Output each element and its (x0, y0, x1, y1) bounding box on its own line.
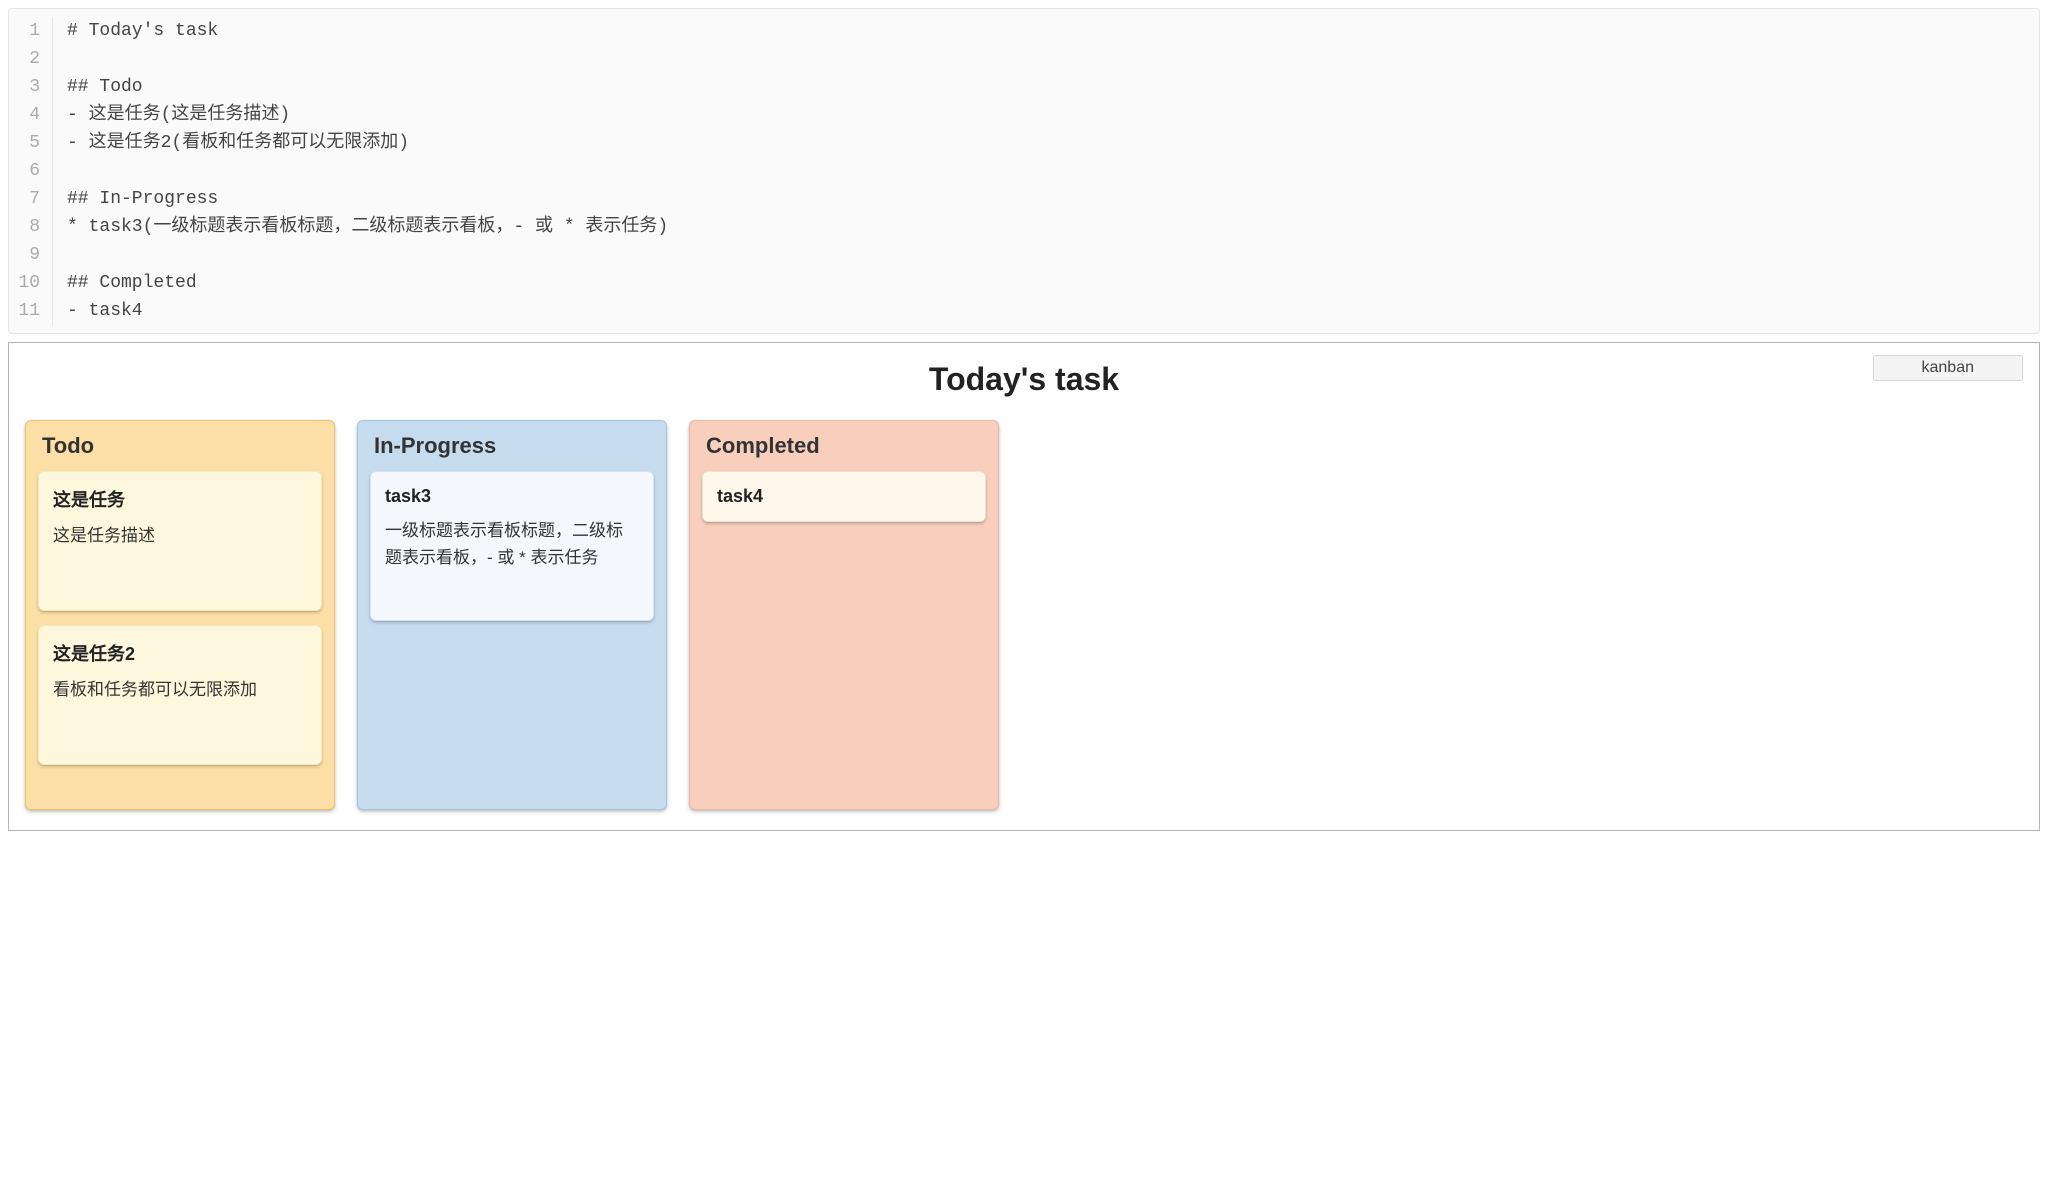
column-todo[interactable]: Todo 这是任务 这是任务描述 这是任务2 看板和任务都可以无限添加 (25, 420, 335, 810)
editor-line[interactable]: 7 ## In-Progress (9, 185, 2039, 213)
column-header: Completed (702, 421, 986, 471)
line-number: 5 (9, 129, 53, 157)
line-number: 10 (9, 269, 53, 297)
column-completed[interactable]: Completed task4 (689, 420, 999, 810)
card-title: task4 (717, 486, 971, 507)
task-card[interactable]: task4 (702, 471, 986, 522)
card-description: 这是任务描述 (53, 522, 307, 549)
editor-line[interactable]: 1 # Today's task (9, 17, 2039, 45)
editor-line[interactable]: 2 (9, 45, 2039, 73)
task-card[interactable]: task3 一级标题表示看板标题，二级标题表示看板，- 或 * 表示任务 (370, 471, 654, 621)
line-content[interactable]: ## Todo (53, 73, 143, 101)
editor-line[interactable]: 11 - task4 (9, 297, 2039, 325)
column-header: In-Progress (370, 421, 654, 471)
kanban-preview: kanban Today's task Todo 这是任务 这是任务描述 这是任… (8, 342, 2040, 831)
line-content[interactable] (53, 157, 67, 185)
card-title: 这是任务2 (53, 640, 307, 666)
card-title: 这是任务 (53, 486, 307, 512)
line-content[interactable]: # Today's task (53, 17, 218, 45)
line-content[interactable]: - 这是任务2(看板和任务都可以无限添加) (53, 129, 409, 157)
kanban-columns: Todo 这是任务 这是任务描述 这是任务2 看板和任务都可以无限添加 In-P… (25, 420, 2023, 810)
markdown-editor[interactable]: 1 # Today's task 2 3 ## Todo 4 - 这是任务(这是… (8, 8, 2040, 334)
card-title: task3 (385, 486, 639, 507)
column-in-progress[interactable]: In-Progress task3 一级标题表示看板标题，二级标题表示看板，- … (357, 420, 667, 810)
line-number: 2 (9, 45, 53, 73)
card-description: 一级标题表示看板标题，二级标题表示看板，- 或 * 表示任务 (385, 517, 639, 571)
editor-line[interactable]: 6 (9, 157, 2039, 185)
line-number: 9 (9, 241, 53, 269)
line-number: 7 (9, 185, 53, 213)
line-number: 3 (9, 73, 53, 101)
kanban-title: Today's task (25, 361, 2023, 398)
line-content[interactable]: - 这是任务(这是任务描述) (53, 101, 290, 129)
line-content[interactable]: - task4 (53, 297, 143, 325)
line-number: 11 (9, 297, 53, 325)
line-content[interactable]: ## In-Progress (53, 185, 218, 213)
card-description: 看板和任务都可以无限添加 (53, 676, 307, 703)
line-content[interactable]: ## Completed (53, 269, 197, 297)
task-card[interactable]: 这是任务2 看板和任务都可以无限添加 (38, 625, 322, 765)
column-header: Todo (38, 421, 322, 471)
editor-line[interactable]: 9 (9, 241, 2039, 269)
task-card[interactable]: 这是任务 这是任务描述 (38, 471, 322, 611)
kanban-type-badge[interactable]: kanban (1873, 355, 2024, 381)
line-number: 1 (9, 17, 53, 45)
line-content[interactable]: * task3(一级标题表示看板标题，二级标题表示看板，- 或 * 表示任务) (53, 213, 668, 241)
editor-line[interactable]: 8 * task3(一级标题表示看板标题，二级标题表示看板，- 或 * 表示任务… (9, 213, 2039, 241)
editor-line[interactable]: 3 ## Todo (9, 73, 2039, 101)
line-content[interactable] (53, 241, 67, 269)
editor-line[interactable]: 10 ## Completed (9, 269, 2039, 297)
line-number: 6 (9, 157, 53, 185)
line-number: 8 (9, 213, 53, 241)
editor-line[interactable]: 5 - 这是任务2(看板和任务都可以无限添加) (9, 129, 2039, 157)
editor-line[interactable]: 4 - 这是任务(这是任务描述) (9, 101, 2039, 129)
line-content[interactable] (53, 45, 67, 73)
line-number: 4 (9, 101, 53, 129)
